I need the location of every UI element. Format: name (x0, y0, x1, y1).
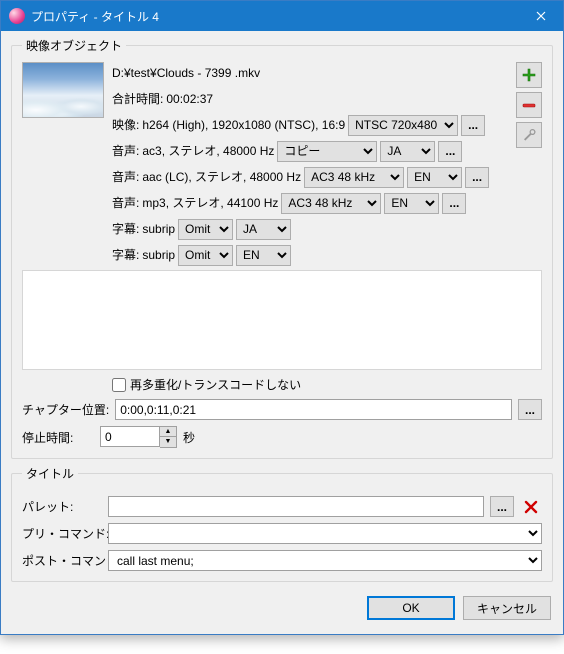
palette-row: パレット: ... (22, 496, 542, 517)
total-time-line: 合計時間: 00:02:37 (112, 88, 502, 110)
audio2-info: aac (LC), ステレオ, 48000 Hz (142, 166, 301, 188)
audio2-lang-select[interactable]: EN (407, 167, 462, 188)
sub1-prefix: 字幕: (112, 218, 139, 240)
audio1-lang-select[interactable]: JA (380, 141, 435, 162)
pause-spin-up[interactable]: ▲ (160, 427, 176, 437)
remux-label: 再多重化/トランスコードしない (130, 376, 301, 393)
sub2-info: subrip (142, 244, 175, 266)
sub2-action-select[interactable]: Omit (178, 245, 233, 266)
remove-button[interactable] (516, 92, 542, 118)
settings-button[interactable] (516, 122, 542, 148)
cancel-button[interactable]: キャンセル (463, 596, 551, 620)
remux-checkbox[interactable] (112, 378, 126, 392)
video-format-select[interactable]: NTSC 720x480 (348, 115, 458, 136)
file-path-line: D:¥test¥Clouds - 7399 .mkv (112, 62, 502, 84)
audio3-prefix: 音声: (112, 192, 139, 214)
chapter-row: チャプター位置: ... (22, 399, 542, 420)
pause-unit: 秒 (183, 429, 195, 446)
postcmd-select[interactable]: call last menu; (108, 550, 542, 571)
chapter-label: チャプター位置: (22, 401, 109, 418)
dialog-window: プロパティ - タイトル 4 映像オブジェクト D:¥test¥Clouds -… (0, 0, 564, 635)
sub2-prefix: 字幕: (112, 244, 139, 266)
audio2-prefix: 音声: (112, 166, 139, 188)
precmd-label: プリ・コマンド: (22, 525, 102, 542)
add-button[interactable] (516, 62, 542, 88)
sub2-line: 字幕: subrip Omit EN (112, 244, 502, 266)
palette-input[interactable] (108, 496, 484, 517)
sub1-lang-select[interactable]: JA (236, 219, 291, 240)
plus-icon (521, 67, 537, 83)
close-button[interactable] (518, 1, 563, 31)
audio3-more-button[interactable]: ... (442, 193, 466, 214)
audio3-info: mp3, ステレオ, 44100 Hz (142, 192, 278, 214)
audio2-more-button[interactable]: ... (465, 167, 489, 188)
audio2-enc-select[interactable]: AC3 48 kHz (304, 167, 404, 188)
remux-row: 再多重化/トランスコードしない (22, 376, 542, 393)
precmd-select[interactable] (108, 523, 542, 544)
audio3-lang-select[interactable]: EN (384, 193, 439, 214)
audio3-enc-select[interactable]: AC3 48 kHz (281, 193, 381, 214)
object-list-area[interactable] (22, 270, 542, 370)
postcmd-label: ポスト・コマンド: (22, 552, 102, 569)
total-time-value: 00:02:37 (166, 88, 213, 110)
titlebar: プロパティ - タイトル 4 (1, 1, 563, 31)
sub2-lang-select[interactable]: EN (236, 245, 291, 266)
wrench-icon (521, 127, 537, 143)
video-object-legend: 映像オブジェクト (22, 37, 126, 54)
palette-delete-button[interactable] (520, 496, 542, 517)
audio1-enc-select[interactable]: コピー (277, 141, 377, 162)
dialog-content: 映像オブジェクト D:¥test¥Clouds - 7399 .mkv 合計時間… (1, 31, 563, 634)
video-more-button[interactable]: ... (461, 115, 485, 136)
delete-icon (524, 500, 538, 514)
video-object-group: 映像オブジェクト D:¥test¥Clouds - 7399 .mkv 合計時間… (11, 37, 553, 459)
dialog-buttons: OK キャンセル (11, 588, 553, 624)
title-group: タイトル パレット: ... プリ・コマンド: ポスト・コマンド: call l… (11, 465, 553, 582)
audio3-line: 音声: mp3, ステレオ, 44100 Hz AC3 48 kHz EN ..… (112, 192, 502, 214)
window-title: プロパティ - タイトル 4 (31, 8, 518, 25)
app-icon (9, 8, 25, 24)
video-thumbnail (22, 62, 104, 118)
object-row: D:¥test¥Clouds - 7399 .mkv 合計時間: 00:02:3… (22, 62, 542, 266)
sub1-line: 字幕: subrip Omit JA (112, 218, 502, 240)
postcmd-row: ポスト・コマンド: call last menu; (22, 550, 542, 571)
side-buttons (516, 62, 542, 266)
precmd-row: プリ・コマンド: (22, 523, 542, 544)
pause-spinner: ▲ ▼ (100, 426, 177, 448)
pause-spin-buttons: ▲ ▼ (160, 426, 177, 448)
pause-spin-down[interactable]: ▼ (160, 437, 176, 447)
palette-more-button[interactable]: ... (490, 496, 514, 517)
pause-row: 停止時間: ▲ ▼ 秒 (22, 426, 542, 448)
pause-label: 停止時間: (22, 429, 94, 446)
file-path: D:¥test¥Clouds - 7399 .mkv (112, 62, 260, 84)
pause-input[interactable] (100, 426, 160, 447)
object-info: D:¥test¥Clouds - 7399 .mkv 合計時間: 00:02:3… (112, 62, 502, 266)
audio1-prefix: 音声: (112, 140, 139, 162)
title-legend: タイトル (22, 465, 78, 482)
audio2-line: 音声: aac (LC), ステレオ, 48000 Hz AC3 48 kHz … (112, 166, 502, 188)
video-stream-line: 映像: h264 (High), 1920x1080 (NTSC), 16:9 … (112, 114, 502, 136)
minus-icon (521, 97, 537, 113)
total-time-label: 合計時間: (112, 88, 163, 110)
video-info: h264 (High), 1920x1080 (NTSC), 16:9 (142, 114, 345, 136)
sub1-action-select[interactable]: Omit (178, 219, 233, 240)
chapter-more-button[interactable]: ... (518, 399, 542, 420)
sub1-info: subrip (142, 218, 175, 240)
chapter-input[interactable] (115, 399, 512, 420)
close-icon (536, 11, 546, 21)
audio1-info: ac3, ステレオ, 48000 Hz (142, 140, 274, 162)
audio1-line: 音声: ac3, ステレオ, 48000 Hz コピー JA ... (112, 140, 502, 162)
ok-button[interactable]: OK (367, 596, 455, 620)
palette-label: パレット: (22, 498, 102, 515)
video-prefix: 映像: (112, 114, 139, 136)
audio1-more-button[interactable]: ... (438, 141, 462, 162)
